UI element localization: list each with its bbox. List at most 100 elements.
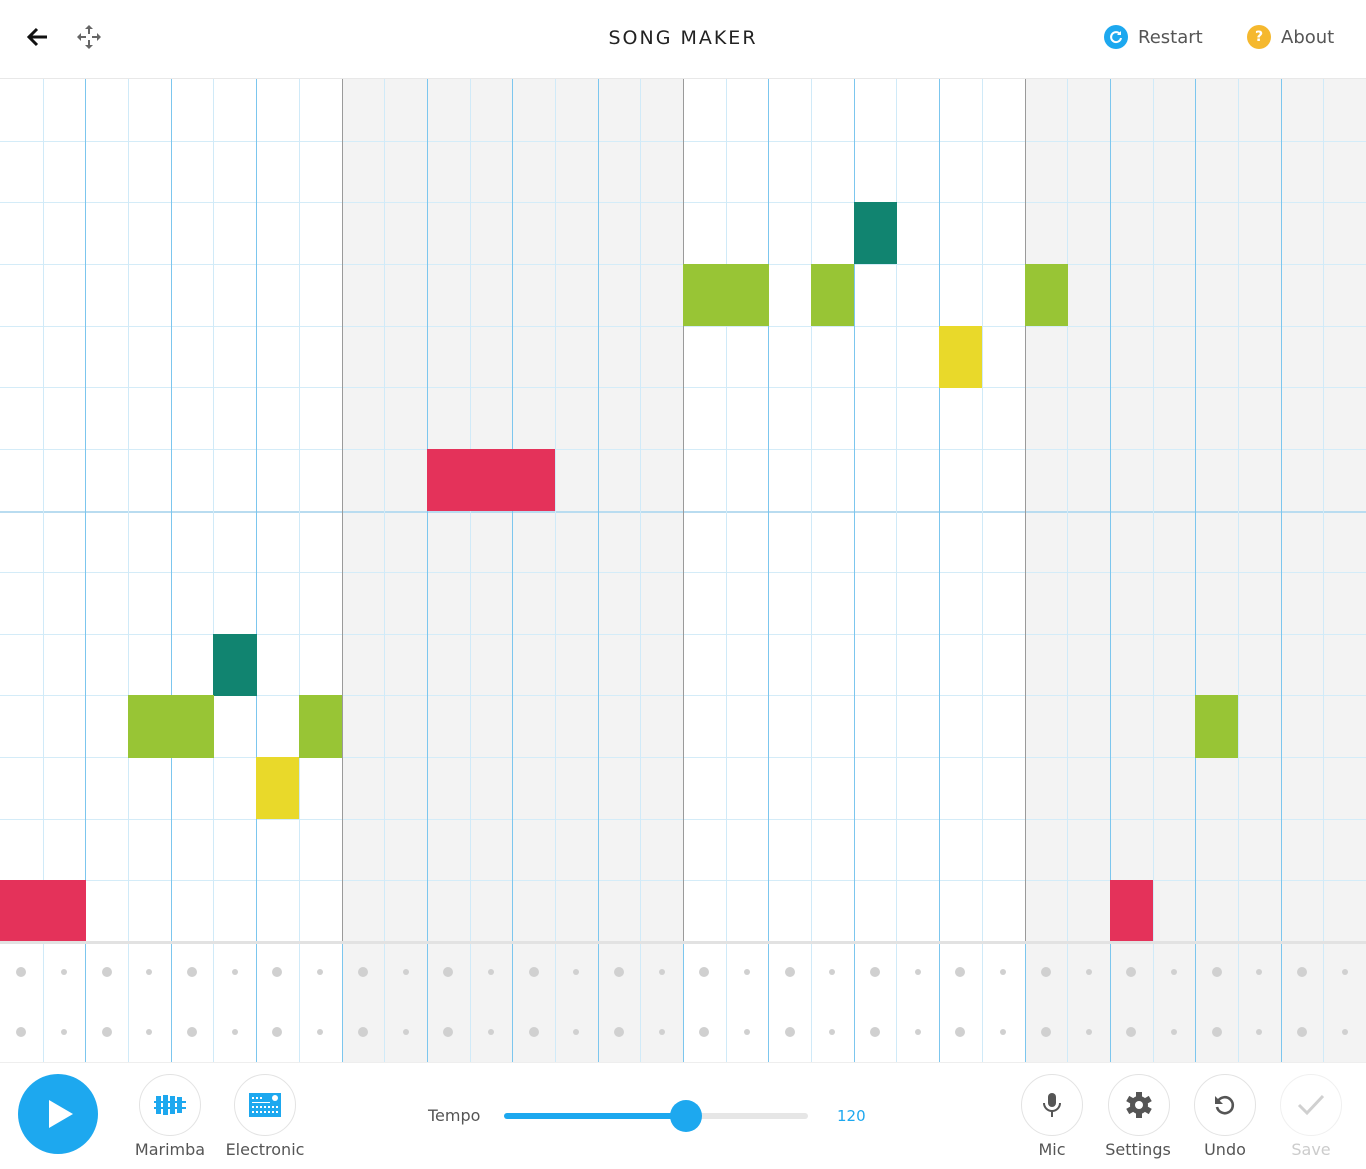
note-cell[interactable] [1109, 880, 1154, 943]
note-cell[interactable] [725, 263, 769, 327]
column-line [256, 942, 258, 1062]
column-line [469, 942, 471, 1062]
column-line [1067, 79, 1069, 942]
percussion-dot[interactable] [1341, 1029, 1348, 1035]
percussion-dot[interactable] [1211, 1027, 1222, 1037]
undo-button[interactable] [1194, 1074, 1256, 1136]
note-cell[interactable] [811, 263, 855, 327]
note-cell[interactable] [1024, 263, 1068, 327]
percussion-dot[interactable] [658, 969, 665, 975]
column-line [341, 942, 343, 1062]
percussion-dot[interactable] [1040, 967, 1051, 977]
column-line [1152, 79, 1154, 942]
column-line [1195, 942, 1197, 1062]
column-line [811, 942, 813, 1062]
percussion-dot[interactable] [1296, 967, 1307, 977]
note-cell[interactable] [1195, 695, 1239, 758]
percussion-dot[interactable] [1040, 1027, 1051, 1037]
tempo-label: Tempo [428, 1106, 481, 1125]
note-cell[interactable] [426, 448, 471, 511]
percussion-dot[interactable] [357, 967, 368, 977]
percussion-dot[interactable] [1170, 1029, 1177, 1035]
note-cell[interactable] [683, 263, 727, 327]
percussion-dot[interactable] [613, 967, 624, 977]
percussion-dot[interactable] [914, 969, 921, 975]
percussion-dot[interactable] [487, 969, 494, 975]
column-line [85, 942, 87, 1062]
percussion-dot[interactable] [1341, 969, 1348, 975]
column-line [597, 79, 599, 942]
column-line [170, 79, 172, 942]
header: SONG MAKER Restart ? About [0, 0, 1366, 79]
settings-button[interactable] [1108, 1074, 1170, 1136]
column-line [85, 79, 87, 942]
tempo-slider-thumb[interactable] [670, 1100, 703, 1132]
column-line [896, 942, 898, 1062]
note-cell[interactable] [256, 757, 300, 820]
percussion-dot[interactable] [744, 1029, 751, 1035]
percussion-dot[interactable] [61, 969, 68, 975]
column-line [1323, 79, 1325, 942]
percussion-dot[interactable] [357, 1027, 368, 1037]
column-line [939, 79, 941, 942]
column-line [341, 79, 343, 942]
column-line [1195, 79, 1197, 942]
percussion-dot[interactable] [1211, 967, 1222, 977]
save-button[interactable] [1280, 1074, 1342, 1136]
percussion-dot[interactable] [528, 1027, 539, 1037]
note-grid[interactable] [0, 79, 1366, 1062]
instrument-marimba-button[interactable] [139, 1074, 201, 1136]
column-line [1280, 942, 1282, 1062]
column-line [597, 942, 599, 1062]
note-cell[interactable] [512, 448, 556, 511]
tempo-slider[interactable] [504, 1100, 808, 1132]
note-cell[interactable] [853, 202, 897, 265]
column-line [298, 942, 300, 1062]
percussion-dot[interactable] [231, 1029, 238, 1035]
percussion-dot[interactable] [1170, 969, 1177, 975]
percussion-dot[interactable] [101, 1027, 112, 1037]
percussion-dot[interactable] [61, 1029, 68, 1035]
percussion-dot[interactable] [914, 1029, 921, 1035]
column-line [42, 942, 44, 1062]
percussion-dot[interactable] [1296, 1027, 1307, 1037]
percussion-dot[interactable] [658, 1029, 665, 1035]
note-cell[interactable] [213, 633, 257, 696]
column-line [554, 942, 556, 1062]
save-label: Save [1291, 1140, 1331, 1159]
column-line [683, 942, 684, 1062]
note-cell[interactable] [298, 695, 342, 758]
column-line [1237, 79, 1239, 942]
percussion-dot[interactable] [528, 967, 539, 977]
mic-button[interactable] [1021, 1074, 1083, 1136]
percussion-dot[interactable] [402, 969, 409, 975]
column-line [170, 942, 172, 1062]
column-line [426, 942, 428, 1062]
restart-button[interactable]: Restart [1104, 25, 1203, 49]
play-button[interactable] [18, 1074, 98, 1154]
instrument-electronic-button[interactable] [234, 1074, 296, 1136]
instrument-electronic-label: Electronic [225, 1140, 305, 1159]
percussion-dot[interactable] [402, 1029, 409, 1035]
percussion-dot[interactable] [613, 1027, 624, 1037]
percussion-dot[interactable] [231, 969, 238, 975]
note-cell[interactable] [42, 880, 86, 943]
note-cell[interactable] [170, 695, 214, 758]
percussion-dot[interactable] [784, 967, 795, 977]
note-cell[interactable] [128, 695, 172, 758]
note-cell[interactable] [0, 880, 44, 943]
percussion-dot[interactable] [744, 969, 751, 975]
percussion-dot[interactable] [1085, 969, 1092, 975]
note-cell[interactable] [469, 448, 513, 511]
percussion-dot[interactable] [101, 967, 112, 977]
play-icon [49, 1100, 73, 1128]
percussion-dot[interactable] [487, 1029, 494, 1035]
mic-label: Mic [1038, 1140, 1066, 1159]
about-button[interactable]: ? About [1247, 25, 1334, 49]
percussion-dot[interactable] [784, 1027, 795, 1037]
column-line [683, 79, 684, 942]
percussion-dot[interactable] [1085, 1029, 1092, 1035]
mic-icon [1043, 1093, 1061, 1117]
note-cell[interactable] [939, 325, 983, 388]
column-line [768, 942, 770, 1062]
